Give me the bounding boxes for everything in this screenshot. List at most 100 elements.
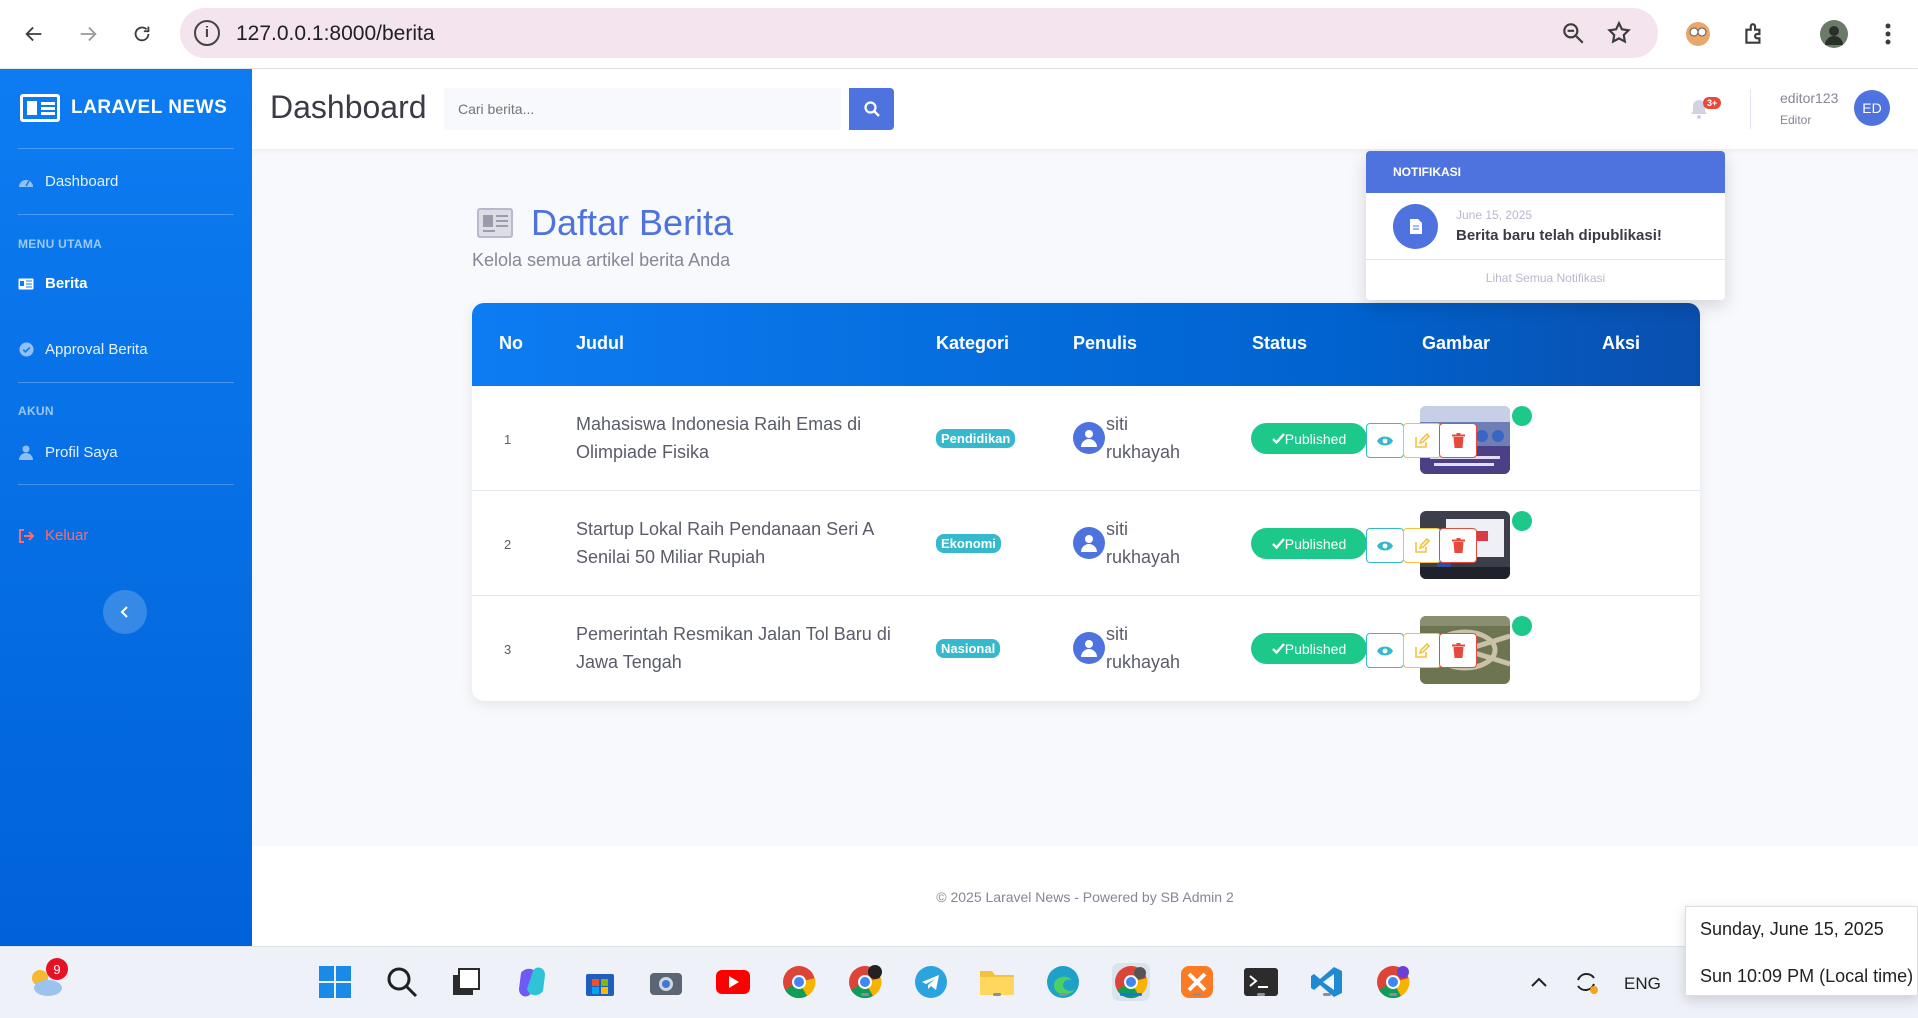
address-bar[interactable]: i 127.0.0.1:8000/berita [180,8,1658,58]
delete-button[interactable] [1439,528,1477,563]
eye-icon [1377,436,1393,445]
clock-date: Sunday, June 15, 2025 [1700,919,1884,939]
author-last: rukhayah [1106,652,1181,672]
start-icon[interactable] [316,963,354,1001]
clock-time: Sun 10:09 PM (Local time) [1700,966,1914,986]
microsoft-store-icon[interactable] [581,963,619,1001]
table-header: No Judul Kategori Penulis Status Gambar … [472,303,1700,386]
vscode-icon[interactable] [1308,963,1346,1001]
site-info-icon[interactable]: i [194,20,220,46]
avatar[interactable]: ED [1854,90,1890,126]
status-badge: Published [1251,528,1367,559]
check-icon [1271,538,1285,549]
category-badge: Ekonomi [936,534,1001,553]
column-header-status: Status [1252,333,1308,353]
row-number: 1 [504,432,512,447]
row-number: 2 [504,537,512,552]
search-button[interactable] [849,88,894,130]
view-button[interactable] [1366,633,1404,668]
forward-icon[interactable] [70,16,106,52]
user-name[interactable]: editor123 [1780,90,1838,106]
category-badge: Pendidikan [936,429,1016,448]
back-icon[interactable] [16,16,52,52]
footer-text: © 2025 Laravel News - Powered by SB Admi… [936,889,1234,905]
check-icon [1271,643,1285,654]
sidebar-item-keluar[interactable]: Keluar [18,527,88,544]
sign-out-icon [18,528,34,544]
notification-divider [1366,259,1725,260]
browser-toolbar: i 127.0.0.1:8000/berita [0,0,1918,69]
user-role: Editor [1780,113,1812,127]
bookmark-star-icon[interactable] [1606,20,1632,51]
image-status-dot [1512,406,1532,426]
telegram-icon[interactable] [912,963,950,1001]
column-header-kategori: Kategori [936,333,1010,353]
trash-icon [1451,643,1465,658]
browser-menu-icon[interactable] [1872,18,1904,50]
image-status-dot [1512,511,1532,531]
xampp-icon[interactable] [1178,963,1216,1001]
check-circle-icon [18,342,34,358]
sidebar-toggle-button[interactable] [103,590,147,634]
chrome-active-icon[interactable] [1112,963,1150,1001]
chrome-icon[interactable] [780,963,818,1001]
chevron-left-icon [120,606,128,618]
sidebar-item-label: Berita [45,275,88,292]
url-text: 127.0.0.1:8000/berita [236,22,435,45]
view-button[interactable] [1366,423,1404,458]
edit-button[interactable] [1403,423,1441,458]
sidebar-item-label: Keluar [45,527,89,544]
sidebar-item-approval-berita[interactable]: Approval Berita [18,341,148,358]
search-icon [863,101,880,117]
author-last: rukhayah [1106,442,1181,462]
brand-text: LARAVEL NEWS [71,97,228,118]
author-last: rukhayah [1106,547,1181,567]
running-indicator [1389,993,1397,996]
sidebar-item-berita[interactable]: Berita [18,275,88,292]
camera-icon[interactable] [647,963,685,1001]
copilot-icon[interactable] [513,963,551,1001]
reload-icon[interactable] [124,16,160,52]
eye-icon [1377,541,1393,550]
zoom-icon[interactable] [1560,20,1586,51]
sync-icon[interactable] [1567,963,1605,1001]
notification-header: NOTIFIKASI [1366,151,1725,193]
image-status-dot [1512,616,1532,636]
view-button[interactable] [1366,528,1404,563]
sidebar-heading-akun: AKUN [18,404,54,418]
search-icon[interactable] [383,963,421,1001]
sidebar-divider [18,148,234,149]
sidebar-divider [18,214,234,215]
category-badge: Nasional [936,639,1001,658]
brand[interactable]: LARAVEL NEWS [20,93,227,123]
author-avatar-icon [1073,422,1105,454]
task-view-icon[interactable] [447,963,485,1001]
terminal-icon[interactable] [1242,963,1280,1001]
column-header-judul: Judul [576,333,624,353]
extensions-puzzle-icon[interactable] [1738,18,1770,50]
account-avatar-icon[interactable] [1818,18,1850,50]
edit-button[interactable] [1403,633,1441,668]
youtube-icon[interactable] [714,963,752,1001]
language-indicator[interactable]: ENG [1624,974,1661,994]
notification-message[interactable]: Berita baru telah dipublikasi! [1456,227,1662,244]
sidebar-item-profil-saya[interactable]: Profil Saya [18,444,118,461]
topbar-divider [1750,89,1751,129]
edge-icon[interactable] [1044,963,1082,1001]
weather-notification-badge: 9 [46,958,68,980]
sidebar-divider [18,382,234,383]
edit-button[interactable] [1403,528,1441,563]
profile-extension-icon[interactable] [1682,18,1714,50]
chevron-up-icon[interactable] [1520,963,1558,1001]
gauge-icon [18,174,34,190]
file-explorer-icon[interactable] [978,963,1016,1001]
delete-button[interactable] [1439,633,1477,668]
column-header-penulis: Penulis [1073,333,1138,353]
search-input[interactable] [444,88,841,130]
chrome-secondary-icon[interactable] [1374,963,1412,1001]
chrome-profile-icon[interactable] [846,963,884,1001]
sidebar-item-dashboard[interactable]: Dashboard [18,173,118,190]
view-all-notifications-link[interactable]: Lihat Semua Notifikasi [1366,271,1725,285]
delete-button[interactable] [1439,423,1477,458]
notification-date: June 15, 2025 [1456,208,1533,222]
